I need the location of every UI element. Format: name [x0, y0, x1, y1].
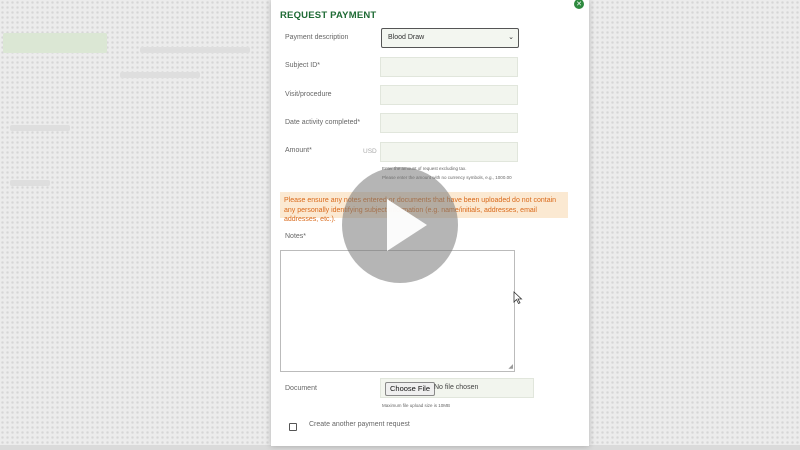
visit-procedure-input[interactable]: [380, 85, 518, 105]
subject-id-label: Subject ID*: [285, 62, 321, 69]
date-completed-label: Date activity completed*: [285, 119, 361, 126]
file-size-hint: Maximum file upload size is 10MB: [382, 403, 451, 408]
play-icon: [387, 199, 427, 251]
background-line: [10, 125, 70, 131]
background-line: [140, 47, 250, 53]
modal-title: REQUEST PAYMENT: [280, 10, 377, 21]
subject-id-input[interactable]: [380, 57, 518, 77]
payment-description-value: Blood Draw: [388, 34, 425, 41]
notes-label: Notes*: [285, 233, 307, 240]
document-upload: Choose File No file chosen: [380, 378, 534, 398]
create-another-checkbox[interactable]: [289, 423, 297, 431]
payment-description-select[interactable]: Blood Draw ⌄: [381, 28, 519, 48]
choose-file-button[interactable]: Choose File: [385, 382, 436, 396]
amount-label: Amount*: [285, 147, 312, 154]
background-highlight: [3, 33, 107, 53]
resize-handle-icon[interactable]: ◢: [508, 364, 513, 370]
amount-unit: USD: [363, 148, 377, 155]
mouse-cursor-icon: [513, 291, 523, 305]
payment-description-label: Payment description: [285, 34, 349, 41]
file-status: No file chosen: [434, 384, 479, 391]
document-label: Document: [285, 385, 317, 392]
background-line: [120, 72, 200, 78]
amount-input[interactable]: [380, 142, 518, 162]
play-button[interactable]: [342, 167, 458, 283]
date-completed-input[interactable]: [380, 113, 518, 133]
background-line: [10, 180, 50, 186]
visit-procedure-label: Visit/procedure: [285, 91, 332, 98]
close-icon[interactable]: ✕: [574, 0, 584, 9]
create-another-label[interactable]: Create another payment request: [309, 421, 410, 428]
chevron-down-icon: ⌄: [508, 34, 514, 41]
